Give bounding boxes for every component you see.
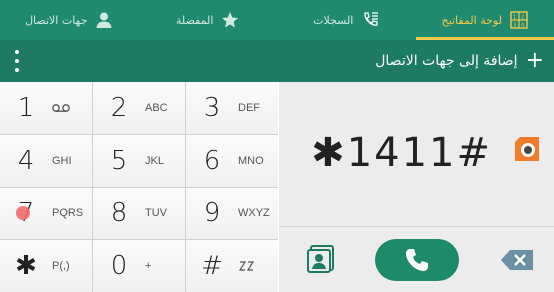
key-digit: 1 (17, 92, 35, 123)
dialpad-icon: 1 2 3 4 (510, 11, 528, 29)
key-letters: PQRS (52, 207, 84, 220)
call-log-icon (364, 12, 379, 26)
key-letters: GHI (52, 154, 72, 167)
key-digit: 0 (110, 251, 128, 282)
svg-text:2: 2 (521, 15, 524, 21)
key-2[interactable]: 2 ABC (93, 82, 185, 134)
key-letters: WXYZ (238, 207, 270, 220)
key-3[interactable]: 3 DEF (186, 82, 278, 134)
key-4[interactable]: 4 GHI (0, 134, 92, 187)
contact-card-icon[interactable] (305, 243, 337, 275)
key-digit: 4 (17, 145, 35, 176)
tab-keypad[interactable]: 1 2 3 4 لوحة المفاتيح (415, 0, 554, 40)
touch-indicator (16, 205, 30, 220)
key-letters: TUV (145, 207, 167, 220)
tab-contacts-label: جهات الاتصال (25, 13, 88, 27)
key-letters: + (145, 260, 152, 273)
key-9[interactable]: 9 WXYZ (186, 187, 278, 240)
key-7[interactable]: 7 PQRS (0, 187, 92, 240)
svg-text:3: 3 (513, 23, 516, 29)
key-letters: P(,) (52, 260, 70, 273)
key-star[interactable]: ✱ P(,) (0, 240, 92, 292)
tab-keypad-label: لوحة المفاتيح (441, 13, 502, 27)
key-digit: # (201, 251, 223, 282)
dial-actions (279, 227, 554, 292)
key-digit: 3 (203, 92, 221, 123)
action-bar: + إضافة إلى جهات الاتصال (0, 40, 554, 82)
key-letters: MNO (238, 154, 264, 167)
call-button[interactable] (375, 239, 459, 281)
key-1[interactable]: 1 (0, 82, 92, 134)
phone-icon (406, 249, 428, 271)
key-0[interactable]: 0 + (93, 240, 185, 292)
key-letters: ABC (145, 101, 168, 114)
camera-app-icon (515, 137, 539, 161)
svg-text:4: 4 (521, 23, 524, 29)
key-letters: JKL (145, 154, 164, 167)
key-digit: ✱ (15, 251, 37, 282)
key-digit: 5 (110, 145, 128, 176)
dialed-number[interactable]: ✱1411# (311, 130, 492, 176)
key-letters: DEF (238, 101, 260, 114)
key-digit: 9 (203, 198, 221, 229)
key-digit: 6 (203, 145, 221, 176)
tab-bar: 1 2 3 4 لوحة المفاتيح السجلات المفضلة جه… (0, 0, 554, 40)
tab-favorites-label: المفضلة (176, 13, 214, 27)
tab-contacts[interactable]: جهات الاتصال (0, 0, 139, 40)
wait-icon (238, 261, 255, 271)
person-icon (96, 12, 112, 28)
svg-text:1: 1 (513, 15, 516, 21)
add-to-contacts-label: إضافة إلى جهات الاتصال (375, 53, 518, 69)
star-icon (222, 12, 239, 28)
overflow-menu-icon[interactable] (12, 50, 22, 72)
tab-call-log-label: السجلات (313, 13, 354, 27)
key-5[interactable]: 5 JKL (93, 134, 185, 187)
keypad: 1 2 ABC 3 DEF 4 GHI 5 JKL 6 MNO 7 PQRS 8… (0, 82, 278, 292)
tab-favorites[interactable]: المفضلة (139, 0, 278, 40)
voicemail-icon (52, 104, 70, 112)
add-to-contacts-button[interactable]: + إضافة إلى جهات الاتصال (375, 40, 544, 82)
key-digit: 8 (110, 198, 128, 229)
key-hash[interactable]: # (186, 240, 278, 292)
key-6[interactable]: 6 MNO (186, 134, 278, 187)
key-digit: 2 (110, 92, 128, 123)
plus-icon: + (525, 48, 544, 73)
key-8[interactable]: 8 TUV (93, 187, 185, 240)
backspace-icon[interactable] (500, 249, 534, 271)
tab-call-log[interactable]: السجلات (277, 0, 416, 40)
